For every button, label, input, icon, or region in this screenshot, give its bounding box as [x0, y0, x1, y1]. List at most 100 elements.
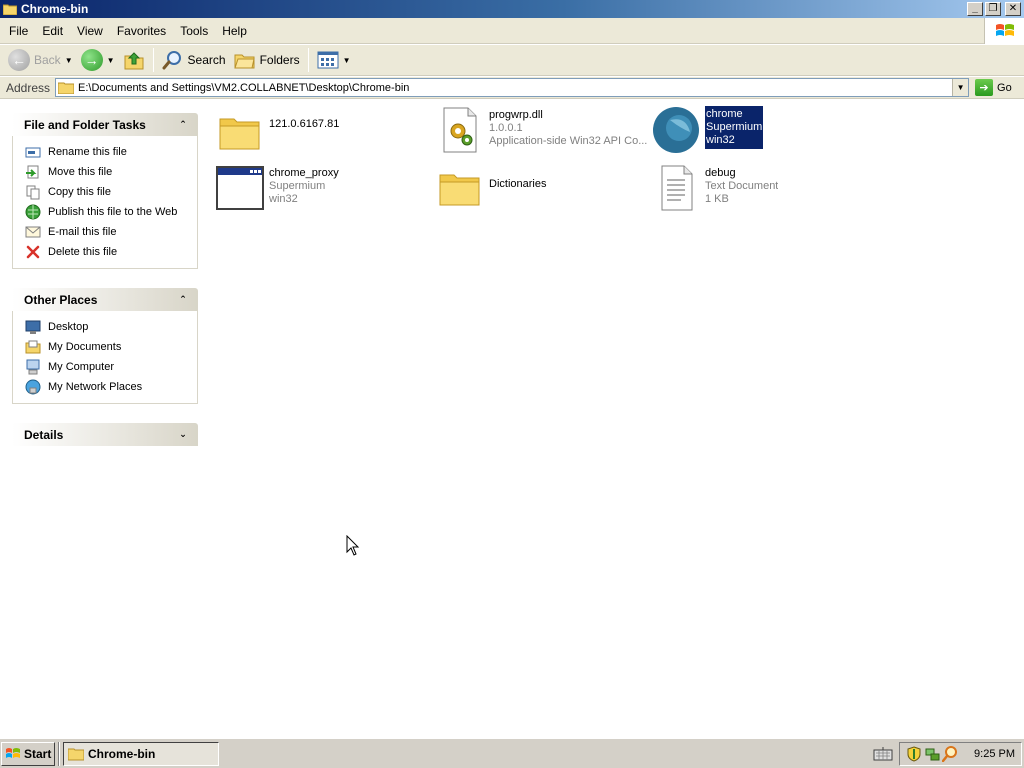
move-file-task[interactable]: Move this file: [25, 162, 197, 182]
file-version: 1.0.0.1: [489, 122, 523, 134]
email-icon: [25, 224, 41, 240]
notification-area: 9:25 PM: [899, 742, 1022, 766]
address-input[interactable]: E:\Documents and Settings\VM2.COLLABNET\…: [55, 78, 970, 97]
go-button[interactable]: ➔ Go: [975, 79, 1012, 96]
keyboard-icon[interactable]: [873, 746, 893, 762]
file-name: 121.0.6167.81: [269, 118, 340, 130]
delete-icon: [25, 244, 41, 260]
window-title: Chrome-bin: [21, 2, 89, 16]
folders-label: Folders: [259, 53, 300, 67]
file-item-selected[interactable]: chrome Supermium win32: [651, 106, 866, 154]
folders-button[interactable]: Folders: [230, 47, 304, 73]
my-computer-link[interactable]: My Computer: [25, 357, 197, 377]
file-type: Text Document: [705, 180, 779, 192]
supermium-icon: [651, 106, 701, 154]
title-bar: Chrome-bin _ ❐ ✕: [0, 0, 1024, 18]
rename-icon: [25, 144, 41, 160]
my-network-places-link[interactable]: My Network Places: [25, 377, 197, 397]
mouse-cursor-icon: [346, 535, 360, 556]
file-description: Application-side Win32 API Co...: [489, 135, 648, 147]
chevron-down-icon[interactable]: ▼: [107, 56, 115, 65]
task-label: Publish this file to the Web: [48, 206, 178, 218]
folder-icon: [58, 82, 75, 94]
menu-view[interactable]: View: [70, 24, 110, 38]
taskbar-item-chrome-bin[interactable]: Chrome-bin: [63, 741, 219, 766]
forward-arrow-icon: →: [80, 49, 103, 71]
file-item[interactable]: Dictionaries: [435, 164, 650, 212]
task-label: Move this file: [48, 166, 113, 178]
menu-help[interactable]: Help: [215, 24, 254, 38]
search-button[interactable]: Search: [158, 47, 230, 73]
my-documents-link[interactable]: My Documents: [25, 337, 197, 357]
back-button[interactable]: ← Back ▼: [4, 47, 77, 73]
text-document-icon: [651, 164, 701, 212]
file-size: 1 KB: [705, 193, 729, 205]
task-label: Copy this file: [48, 186, 111, 198]
file-name: chrome_proxy: [269, 167, 339, 179]
other-places-header[interactable]: Other Places ⌃: [12, 288, 198, 311]
file-item[interactable]: chrome_proxy Supermium win32: [215, 164, 430, 212]
file-name: debug: [705, 167, 736, 179]
menu-file[interactable]: File: [0, 24, 35, 38]
email-file-task[interactable]: E-mail this file: [25, 222, 197, 242]
search-tray-icon[interactable]: [942, 746, 958, 762]
address-label: Address: [6, 80, 51, 95]
expand-icon[interactable]: ⌄: [176, 428, 190, 442]
file-item[interactable]: 121.0.6167.81: [215, 108, 430, 156]
close-button[interactable]: ✕: [1005, 2, 1021, 16]
taskbar: Start Chrome-bin 9:25 PM: [0, 738, 1024, 768]
file-description: win32: [269, 193, 298, 205]
clock[interactable]: 9:25 PM: [974, 748, 1015, 760]
back-arrow-icon: ←: [8, 49, 30, 71]
file-folder-tasks-panel: File and Folder Tasks ⌃ Rename this file…: [12, 113, 198, 269]
restore-button[interactable]: ❐: [985, 2, 1001, 16]
delete-file-task[interactable]: Delete this file: [25, 242, 197, 262]
menu-tools[interactable]: Tools: [173, 24, 215, 38]
network-tray-icon[interactable]: [924, 746, 940, 762]
go-arrow-icon: ➔: [975, 79, 994, 96]
start-button[interactable]: Start: [1, 741, 55, 766]
dll-icon: [435, 106, 485, 154]
menu-favorites[interactable]: Favorites: [110, 24, 173, 38]
toolbar-separator: [307, 48, 309, 72]
file-company: Supermium: [706, 121, 763, 133]
place-label: My Computer: [48, 361, 115, 373]
network-icon: [25, 379, 41, 395]
chevron-down-icon[interactable]: ▼: [65, 56, 73, 65]
details-header[interactable]: Details ⌄: [12, 423, 198, 446]
desktop-link[interactable]: Desktop: [25, 317, 197, 337]
toolbar: ← Back ▼ → ▼ Search Folders ▼: [0, 45, 1024, 76]
address-dropdown-button[interactable]: ▼: [952, 79, 969, 96]
file-description: win32: [706, 134, 735, 146]
file-name: Dictionaries: [489, 178, 547, 190]
panel-title: Other Places: [24, 292, 98, 307]
desktop-icon: [25, 319, 41, 335]
forward-button[interactable]: → ▼: [77, 47, 119, 73]
address-bar: Address E:\Documents and Settings\VM2.CO…: [0, 77, 1024, 99]
up-folder-button[interactable]: [119, 47, 149, 73]
views-button[interactable]: ▼: [313, 47, 355, 73]
menu-edit[interactable]: Edit: [35, 24, 70, 38]
publish-web-task[interactable]: Publish this file to the Web: [25, 202, 197, 222]
file-item[interactable]: progwrp.dll 1.0.0.1 Application-side Win…: [435, 106, 650, 154]
details-panel: Details ⌄: [12, 423, 198, 446]
search-icon: [162, 51, 181, 70]
collapse-icon[interactable]: ⌃: [176, 293, 190, 307]
place-label: My Network Places: [48, 381, 143, 393]
file-item[interactable]: debug Text Document 1 KB: [651, 164, 866, 212]
windows-logo-icon: [984, 18, 1024, 44]
file-folder-tasks-header[interactable]: File and Folder Tasks ⌃: [12, 113, 198, 136]
taskbar-item-label: Chrome-bin: [88, 746, 156, 761]
minimize-button[interactable]: _: [967, 2, 983, 16]
folder-icon: [215, 108, 265, 156]
address-path: E:\Documents and Settings\VM2.COLLABNET\…: [78, 81, 410, 94]
rename-file-task[interactable]: Rename this file: [25, 142, 197, 162]
collapse-icon[interactable]: ⌃: [176, 118, 190, 132]
menu-bar: File Edit View Favorites Tools Help: [0, 18, 1024, 44]
folder-icon: [435, 164, 485, 212]
place-label: Desktop: [48, 321, 89, 333]
chevron-down-icon[interactable]: ▼: [343, 56, 351, 65]
copy-file-task[interactable]: Copy this file: [25, 182, 197, 202]
task-pane: File and Folder Tasks ⌃ Rename this file…: [0, 100, 210, 738]
security-shield-icon[interactable]: [906, 746, 922, 762]
